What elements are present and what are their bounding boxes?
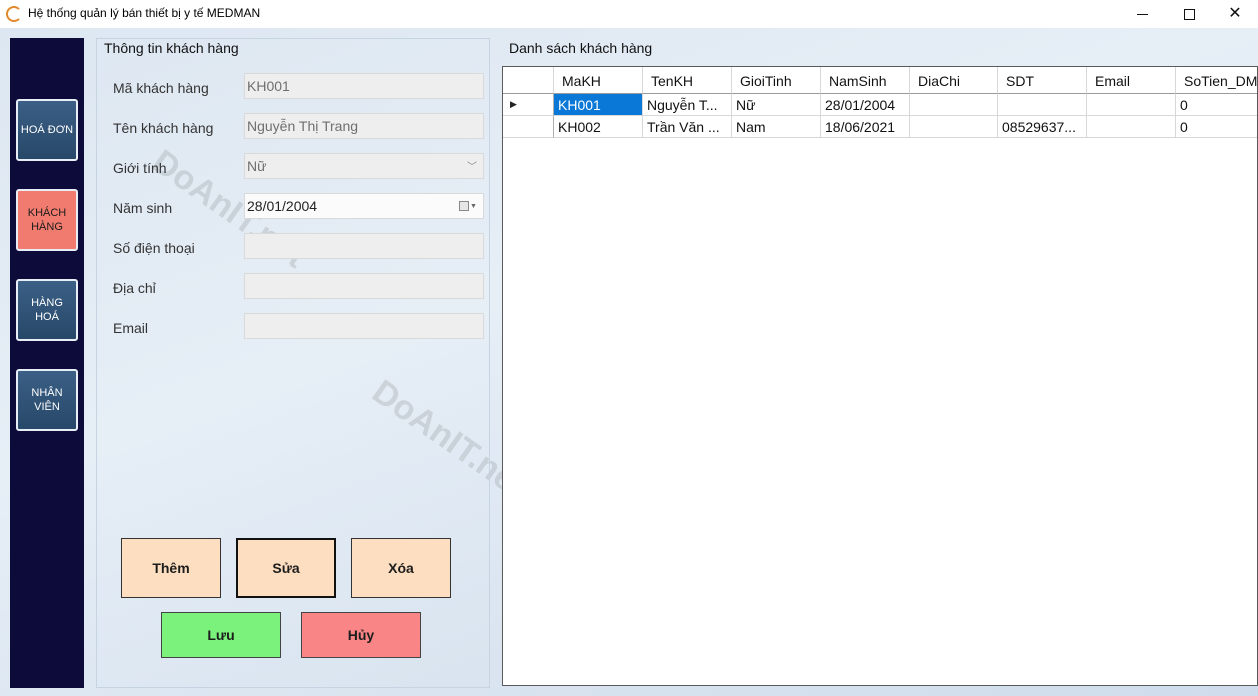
table-cell[interactable]: Nữ bbox=[732, 94, 821, 116]
edit-button[interactable]: Sửa bbox=[236, 538, 336, 598]
customer-info-title: Thông tin khách hàng bbox=[104, 40, 239, 56]
chevron-down-icon: ﹀ bbox=[467, 162, 477, 173]
sidebar-item-label: NHÂN VIÊN bbox=[31, 387, 63, 413]
sidebar-item-hang-hoa[interactable]: HÀNG HOÁ bbox=[16, 279, 78, 341]
table-cell[interactable]: Nam bbox=[732, 116, 821, 138]
close-button[interactable]: ✕ bbox=[1212, 0, 1258, 28]
column-header-tenkh[interactable]: TenKH bbox=[643, 67, 732, 94]
table-cell[interactable]: Trần Văn ... bbox=[643, 116, 732, 138]
table-cell[interactable] bbox=[910, 94, 998, 116]
customer-name-field[interactable]: Nguyễn Thị Trang bbox=[244, 113, 484, 139]
add-button[interactable]: Thêm bbox=[121, 538, 221, 598]
column-header-email[interactable]: Email bbox=[1087, 67, 1176, 94]
sidebar-item-label: HÀNG HOÁ bbox=[31, 297, 63, 323]
sidebar-item-label: KHÁCH HÀNG bbox=[27, 207, 67, 233]
table-cell[interactable]: 18/06/2021 bbox=[821, 116, 910, 138]
row-header[interactable]: ▶ bbox=[503, 94, 554, 116]
column-header-namsinh[interactable]: NamSinh bbox=[821, 67, 910, 94]
gender-label: Giới tính bbox=[113, 160, 167, 176]
table-cell[interactable]: 0 bbox=[1176, 116, 1257, 138]
delete-button[interactable]: Xóa bbox=[351, 538, 451, 598]
table-cell[interactable]: 0 bbox=[1176, 94, 1257, 116]
title-bar: Hệ thống quản lý bán thiết bị y tế MEDMA… bbox=[0, 0, 1258, 28]
table-cell[interactable]: Nguyễn T... bbox=[643, 94, 732, 116]
maximize-button[interactable] bbox=[1166, 0, 1212, 28]
table-cell[interactable]: KH002 bbox=[554, 116, 643, 138]
calendar-icon[interactable]: ▼ bbox=[459, 200, 477, 212]
address-field[interactable] bbox=[244, 273, 484, 299]
table-cell[interactable] bbox=[910, 116, 998, 138]
email-field[interactable] bbox=[244, 313, 484, 339]
table-cell[interactable]: KH001 bbox=[554, 94, 643, 116]
customer-name-label: Tên khách hàng bbox=[113, 120, 214, 136]
phone-field[interactable] bbox=[244, 233, 484, 259]
row-pointer-icon: ▶ bbox=[510, 99, 517, 109]
customer-list-title: Danh sách khách hàng bbox=[509, 40, 653, 56]
table-cell[interactable]: 08529637... bbox=[998, 116, 1087, 138]
gender-select[interactable]: Nữ ﹀ bbox=[244, 153, 484, 179]
address-label: Địa chỉ bbox=[113, 280, 156, 296]
birth-date-label: Năm sinh bbox=[113, 200, 173, 216]
column-header-sdt[interactable]: SDT bbox=[998, 67, 1087, 94]
table-cell[interactable] bbox=[998, 94, 1087, 116]
column-header-diachi[interactable]: DiaChi bbox=[910, 67, 998, 94]
minimize-icon bbox=[1136, 13, 1148, 15]
column-header-gioitinh[interactable]: GioiTinh bbox=[732, 67, 821, 94]
birth-date-value: 28/01/2004 bbox=[247, 198, 318, 214]
sidebar: HOÁ ĐƠN KHÁCH HÀNG HÀNG HOÁ NHÂN VIÊN bbox=[10, 38, 84, 688]
table-cell[interactable]: 28/01/2004 bbox=[821, 94, 910, 116]
customer-grid[interactable]: MaKH TenKH GioiTinh NamSinh DiaChi SDT E… bbox=[502, 66, 1258, 686]
sidebar-item-nhan-vien[interactable]: NHÂN VIÊN bbox=[16, 369, 78, 431]
grid-corner-header bbox=[503, 67, 554, 94]
app-icon bbox=[6, 6, 22, 22]
column-header-makh[interactable]: MaKH bbox=[554, 67, 643, 94]
column-header-sotien-dm[interactable]: SoTien_DM bbox=[1176, 67, 1257, 94]
window-title: Hệ thống quản lý bán thiết bị y tế MEDMA… bbox=[28, 6, 261, 20]
minimize-button[interactable] bbox=[1119, 0, 1165, 28]
customer-id-label: Mã khách hàng bbox=[113, 80, 209, 96]
phone-label: Số điện thoại bbox=[113, 240, 195, 256]
cancel-button[interactable]: Hủy bbox=[301, 612, 421, 658]
sidebar-item-khach-hang[interactable]: KHÁCH HÀNG bbox=[16, 189, 78, 251]
maximize-icon bbox=[1183, 8, 1195, 20]
birth-date-picker[interactable]: 28/01/2004 ▼ bbox=[244, 193, 484, 219]
sidebar-item-label: HOÁ ĐƠN bbox=[20, 124, 74, 136]
table-cell[interactable] bbox=[1087, 116, 1176, 138]
customer-id-field[interactable]: KH001 bbox=[244, 73, 484, 99]
gender-value: Nữ bbox=[247, 158, 267, 174]
row-header[interactable] bbox=[503, 116, 554, 138]
sidebar-item-hoa-don[interactable]: HOÁ ĐƠN bbox=[16, 99, 78, 161]
close-icon: ✕ bbox=[1228, 5, 1242, 22]
email-label: Email bbox=[113, 320, 149, 336]
save-button[interactable]: Lưu bbox=[161, 612, 281, 658]
table-cell[interactable] bbox=[1087, 94, 1176, 116]
